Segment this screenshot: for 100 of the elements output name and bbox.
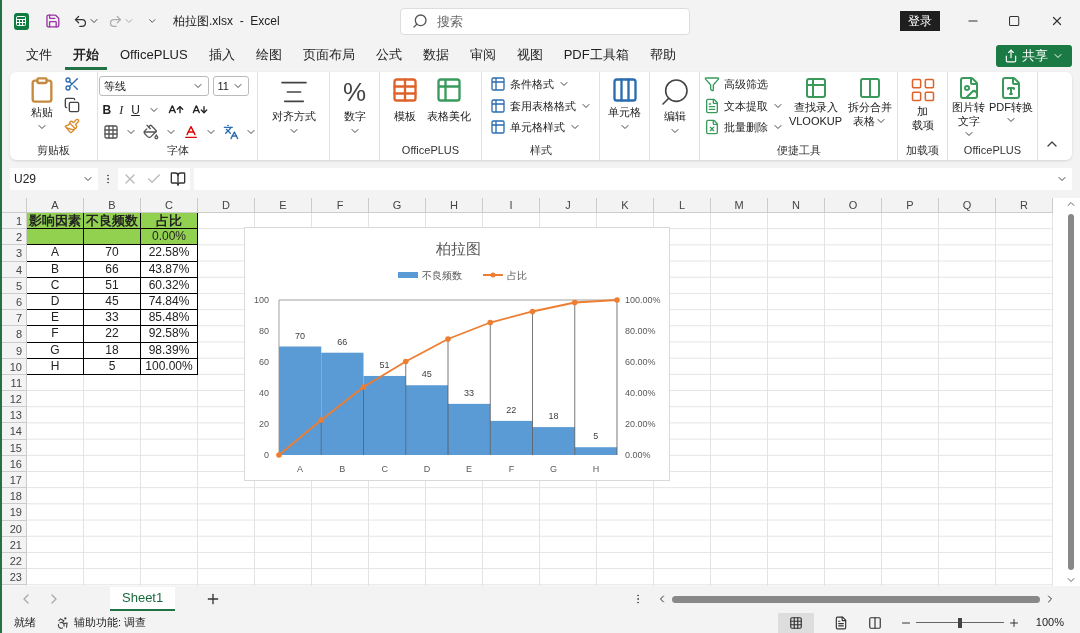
convert-button[interactable]: PDF转换 <box>989 76 1033 126</box>
font-name-dropdown[interactable]: 等线 <box>98 76 209 96</box>
filter-icon <box>703 76 720 93</box>
tool-button[interactable]: 批量删除 <box>703 119 784 136</box>
ribbon-tab[interactable]: 文件 <box>18 42 60 70</box>
row-header[interactable]: 23 <box>2 569 27 586</box>
ribbon-tab[interactable]: 审阅 <box>461 42 504 70</box>
template-button[interactable]: 模板 <box>388 76 421 125</box>
column-header[interactable]: N <box>768 198 825 213</box>
column-header[interactable]: R <box>996 198 1053 213</box>
tool-button[interactable]: 文本提取 <box>703 97 784 114</box>
group-label: 字体 <box>166 144 189 156</box>
convert-button[interactable]: 图片转 文字 <box>952 76 985 140</box>
column-header[interactable]: F <box>312 198 369 213</box>
style-button[interactable]: 套用表格格式 <box>489 97 592 114</box>
sign-in-button[interactable]: 登录 <box>899 11 940 31</box>
sheet-tab[interactable]: Sheet1 <box>110 587 176 611</box>
borders-icon[interactable] <box>102 124 119 140</box>
maximize-icon[interactable] <box>1007 14 1020 28</box>
ribbon-tab[interactable]: 页面布局 <box>294 42 363 70</box>
row-header[interactable]: 13 <box>2 407 27 424</box>
axis-tick-label: 100 <box>253 295 269 305</box>
accessibility-status[interactable]: 辅助功能: 调查 <box>74 614 147 631</box>
cut-icon[interactable] <box>63 76 80 92</box>
bar-value-label: 5 <box>593 431 599 442</box>
column-header[interactable]: Q <box>939 198 996 213</box>
editing-button[interactable]: 编辑 <box>658 76 691 137</box>
normal-view-button[interactable] <box>777 612 814 633</box>
column-header[interactable]: H <box>426 198 483 213</box>
tool-button[interactable]: 拆分合并 表格 <box>847 76 894 128</box>
column-header[interactable]: K <box>597 198 654 213</box>
ribbon-tab[interactable]: OfficePLUS <box>112 42 196 70</box>
page-break-icon[interactable] <box>867 615 882 630</box>
search-field[interactable]: 搜索 <box>399 7 690 35</box>
axis-tick-label: 0.00% <box>625 450 651 460</box>
ribbon-tab[interactable]: 插入 <box>200 42 243 70</box>
row-header[interactable]: 2 <box>2 229 27 246</box>
table-icon <box>434 76 463 104</box>
column-header[interactable]: D <box>198 198 255 213</box>
zoom-slider[interactable] <box>915 617 1004 628</box>
ribbon-tab[interactable]: 数据 <box>414 42 457 70</box>
column-header[interactable]: L <box>654 198 711 213</box>
page-layout-icon[interactable] <box>833 615 848 630</box>
copy-icon[interactable] <box>63 97 80 113</box>
row-header[interactable]: 7 <box>2 310 27 327</box>
name-box[interactable]: U29 <box>10 167 98 190</box>
table-icon <box>803 76 828 100</box>
row-header[interactable]: 14 <box>2 423 27 440</box>
row-header[interactable]: 17 <box>2 472 27 489</box>
font-color-icon[interactable] <box>182 124 199 140</box>
row-header[interactable]: 8 <box>2 326 27 343</box>
table-icon <box>489 97 506 114</box>
bar-value-label: 33 <box>464 387 475 398</box>
paste-button[interactable]: 粘贴 <box>27 76 56 133</box>
axis-tick-label: 60.00% <box>625 357 656 367</box>
style-button[interactable]: 单元格样式 <box>489 119 592 136</box>
ribbon-tab[interactable]: PDF工具箱 <box>555 42 637 70</box>
column-header[interactable]: G <box>369 198 426 213</box>
bar-value-label: 51 <box>379 359 390 370</box>
save-icon[interactable] <box>44 12 61 30</box>
category-label: D <box>423 464 431 474</box>
zoom-thumb[interactable] <box>957 617 962 628</box>
underline-button[interactable]: U <box>131 101 140 119</box>
ribbon-tab[interactable]: 视图 <box>508 42 551 70</box>
style-button[interactable]: 条件格式 <box>489 76 592 93</box>
formula-input[interactable] <box>194 167 1072 190</box>
addins-button[interactable]: 加 载项 <box>908 76 937 132</box>
row-header[interactable]: 18 <box>2 488 27 505</box>
template-button[interactable]: 表格美化 <box>424 76 473 125</box>
ribbon-tab[interactable]: 帮助 <box>641 42 684 70</box>
cells-button[interactable]: 单元格 <box>608 76 641 133</box>
bold-button[interactable]: B <box>102 101 112 119</box>
italic-button[interactable]: I <box>119 101 124 119</box>
alignment-button[interactable]: 对齐方式 <box>271 76 316 137</box>
row-header[interactable]: 1 <box>2 213 27 230</box>
column-header[interactable]: I <box>483 198 540 213</box>
insert-function-icon[interactable] <box>170 170 186 187</box>
column-header[interactable]: O <box>825 198 882 213</box>
row-header[interactable]: 19 <box>2 504 27 521</box>
row-header[interactable]: 12 <box>2 391 27 408</box>
ribbon-tab[interactable]: 绘图 <box>247 42 290 70</box>
number-format-button[interactable]: % 数字 <box>342 76 367 137</box>
tool-button[interactable]: 高级筛选 <box>703 76 784 93</box>
zoom-level[interactable]: 100% <box>1035 614 1064 631</box>
column-header[interactable]: M <box>711 198 768 213</box>
font-size-dropdown[interactable]: 11 <box>212 76 249 96</box>
fill-color-icon[interactable] <box>142 124 159 140</box>
ribbon-tab[interactable]: 公式 <box>367 42 410 70</box>
spreadsheet-logo-icon <box>14 12 29 30</box>
zoom-in-icon[interactable] <box>1007 616 1020 629</box>
column-header[interactable]: E <box>255 198 312 213</box>
tool-button[interactable]: 查找录入 VLOOKUP <box>787 76 844 128</box>
share-button[interactable]: 共享 <box>996 45 1072 67</box>
accessibility-icon[interactable] <box>56 615 70 630</box>
legend-label: 占比 <box>507 270 527 281</box>
format-painter-icon[interactable] <box>63 118 80 134</box>
column-header[interactable]: J <box>540 198 597 213</box>
column-header[interactable]: P <box>882 198 939 213</box>
phonetic-icon[interactable] <box>222 124 239 140</box>
row-header[interactable]: 3 <box>2 245 27 262</box>
